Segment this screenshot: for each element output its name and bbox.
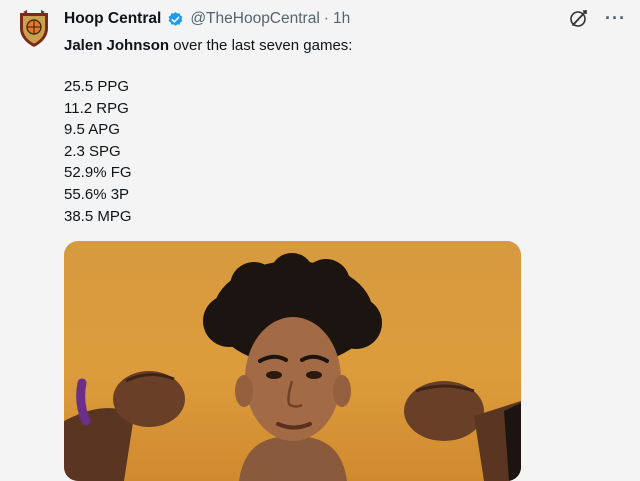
tweet-media-image[interactable] — [64, 241, 521, 481]
stat-mpg: 38.5 MPG — [64, 207, 132, 225]
stat-ppg: 25.5 PPG — [64, 78, 130, 95]
stat-fg: 52.9% FG — [64, 164, 132, 182]
tweet-header: Hoop Central @TheHoopCentral · 1h — [64, 9, 350, 29]
hoop-central-logo-icon — [20, 10, 48, 47]
stat-spg: 2.3 SPG — [64, 142, 121, 160]
x-logo-icon[interactable] — [569, 8, 589, 28]
separator-dot: · — [323, 10, 329, 27]
player-photo — [64, 253, 521, 481]
tweet-actions-top: ··· — [569, 8, 626, 28]
avatar[interactable] — [18, 10, 50, 48]
account-handle[interactable]: @TheHoopCentral — [190, 10, 319, 28]
stat-rpg: 11.2 RPG — [64, 99, 129, 117]
more-options-icon[interactable]: ··· — [605, 8, 626, 28]
tweet-text: Jalen Johnson over the last seven games: — [64, 35, 624, 57]
subject-name: Jalen Johnson — [64, 37, 170, 54]
account-name[interactable]: Hoop Central — [64, 10, 161, 28]
stats-list: 25.5 PPG 11.2 RPG 9.5 APG 2.3 SPG 52.9% … — [64, 76, 132, 227]
tweet-timestamp[interactable]: 1h — [333, 10, 350, 28]
verified-badge-icon — [167, 11, 184, 28]
stat-apg: 9.5 APG — [64, 121, 120, 139]
intro-rest: over the last seven games: — [169, 37, 353, 54]
stat-3p: 55.6% 3P — [64, 185, 130, 203]
tweet-intro: Jalen Johnson over the last seven games: — [64, 35, 624, 57]
